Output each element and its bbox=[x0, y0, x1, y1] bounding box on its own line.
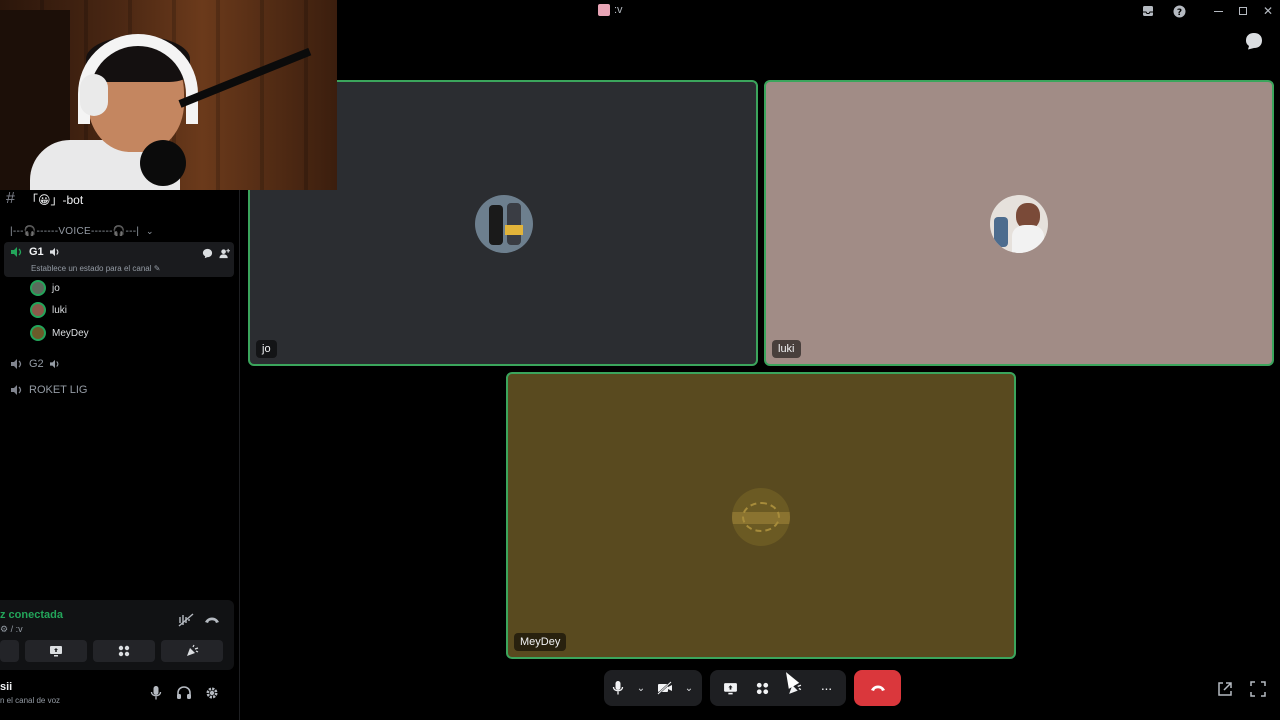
voice-category[interactable]: |---🎧------VOICE------🎧---| bbox=[10, 226, 139, 237]
voice-channel-name: ROKET LIG bbox=[29, 384, 88, 396]
camera-off-icon bbox=[657, 681, 672, 695]
close-button[interactable]: ✕ bbox=[1260, 3, 1276, 19]
pencil-icon: ✎ bbox=[153, 264, 161, 273]
screen-share-icon bbox=[50, 646, 62, 657]
avatar bbox=[475, 195, 533, 253]
video-tile-meydey[interactable]: MeyDey bbox=[506, 372, 1016, 659]
help-button[interactable]: ? bbox=[1171, 3, 1187, 19]
pop-out-icon[interactable] bbox=[1216, 680, 1234, 698]
server-emoji-icon bbox=[598, 4, 610, 16]
inbox-button[interactable] bbox=[1140, 3, 1156, 19]
microphone-icon bbox=[612, 681, 624, 695]
help-icon: ? bbox=[1173, 5, 1185, 18]
voice-channel-roket-lig[interactable]: ROKET LIG bbox=[10, 384, 87, 396]
noise-suppression-icon[interactable] bbox=[178, 613, 194, 627]
username[interactable]: sii bbox=[0, 681, 12, 693]
microphone-button[interactable] bbox=[604, 673, 632, 703]
disconnect-icon[interactable] bbox=[204, 615, 220, 625]
invite-user-icon[interactable] bbox=[219, 248, 230, 259]
microphone-icon bbox=[150, 686, 162, 700]
voice-connected-status[interactable]: z conectada bbox=[0, 609, 63, 621]
voice-user-name: luki bbox=[52, 304, 68, 316]
hash-icon: # bbox=[6, 190, 15, 207]
text-channel-label: 「😀」-bot bbox=[26, 192, 84, 207]
speaker-icon bbox=[11, 247, 22, 257]
volume-icon bbox=[49, 247, 59, 257]
soundboard-button[interactable] bbox=[161, 640, 223, 662]
activity-controls: ··· bbox=[710, 670, 846, 706]
voice-channel-g2[interactable]: G2 bbox=[10, 358, 61, 370]
chevron-down-icon: ⌄ bbox=[684, 682, 694, 694]
tile-name-label: luki bbox=[772, 340, 801, 358]
window-title-text: :v bbox=[614, 4, 623, 16]
avatar bbox=[990, 195, 1048, 253]
deafen-button[interactable] bbox=[175, 684, 193, 702]
voice-user-name: jo bbox=[52, 282, 60, 294]
video-tile-luki[interactable]: luki bbox=[764, 80, 1274, 366]
activities-icon bbox=[118, 645, 130, 657]
voice-channel-name: G2 bbox=[29, 358, 44, 370]
headphones-icon bbox=[177, 686, 191, 699]
chat-toggle-icon[interactable] bbox=[1244, 31, 1264, 51]
minimize-button[interactable] bbox=[1210, 3, 1226, 19]
more-options-button[interactable]: ··· bbox=[811, 673, 841, 703]
speaker-icon bbox=[11, 359, 22, 369]
activities-button[interactable] bbox=[93, 640, 155, 662]
voice-channel-name: G1 bbox=[29, 246, 44, 258]
webcam-overlay bbox=[0, 0, 337, 190]
settings-button[interactable] bbox=[203, 684, 221, 702]
chevron-down-icon: ⌄ bbox=[636, 682, 646, 694]
voice-connection-panel: z conectada ⚙ / :v bbox=[0, 600, 234, 670]
user-panel: sii n el canal de voz bbox=[0, 672, 234, 716]
activities-button[interactable] bbox=[747, 673, 777, 703]
chevron-down-icon[interactable]: ⌄ bbox=[146, 226, 154, 237]
volume-icon bbox=[49, 359, 59, 369]
audio-video-controls: ⌄ ⌄ bbox=[604, 670, 702, 706]
avatar bbox=[30, 302, 46, 318]
avatar bbox=[30, 280, 46, 296]
screen-share-button[interactable] bbox=[715, 673, 745, 703]
fullscreen-icon[interactable] bbox=[1249, 680, 1267, 698]
speaker-icon bbox=[11, 385, 22, 395]
activities-icon bbox=[756, 682, 768, 694]
voice-user-luki[interactable]: luki bbox=[30, 302, 67, 318]
camera-toggle-button[interactable] bbox=[650, 673, 680, 703]
camera-options-button[interactable]: ⌄ bbox=[680, 673, 698, 703]
voice-user-meydey[interactable]: MeyDey bbox=[30, 325, 89, 341]
voice-user-jo[interactable]: jo bbox=[30, 280, 60, 296]
chat-icon[interactable] bbox=[202, 248, 213, 259]
soundboard-icon bbox=[187, 644, 199, 656]
hang-up-icon bbox=[870, 685, 885, 691]
text-channel-bot[interactable]: # 「😀」-bot bbox=[6, 190, 83, 208]
microphone-options-button[interactable]: ⌄ bbox=[632, 673, 650, 703]
maximize-icon bbox=[1239, 7, 1247, 15]
tile-name-label: jo bbox=[256, 340, 277, 358]
tile-name-label: MeyDey bbox=[514, 633, 567, 651]
gear-icon bbox=[206, 687, 218, 699]
screen-share-button[interactable] bbox=[25, 640, 87, 662]
avatar bbox=[30, 325, 46, 341]
avatar bbox=[732, 488, 790, 546]
voice-user-name: MeyDey bbox=[52, 327, 89, 339]
camera-button[interactable] bbox=[0, 640, 19, 662]
channel-status-input[interactable]: Establece un estado para el canal ✎ bbox=[31, 264, 160, 273]
screen-share-icon bbox=[723, 682, 737, 694]
maximize-button[interactable] bbox=[1235, 3, 1251, 19]
window-title: :v bbox=[598, 4, 623, 16]
mute-button[interactable] bbox=[147, 684, 165, 702]
user-status-text: n el canal de voz bbox=[0, 696, 61, 705]
disconnect-call-button[interactable] bbox=[854, 670, 901, 706]
inbox-icon bbox=[1143, 6, 1153, 16]
more-dots-icon: ··· bbox=[820, 680, 833, 696]
voice-connected-channel[interactable]: ⚙ / :v bbox=[0, 624, 23, 635]
minimize-icon bbox=[1213, 10, 1223, 12]
svg-text:?: ? bbox=[1176, 8, 1181, 18]
voice-channel-g1[interactable]: G1 bbox=[10, 246, 61, 258]
close-icon: ✕ bbox=[1262, 4, 1274, 18]
